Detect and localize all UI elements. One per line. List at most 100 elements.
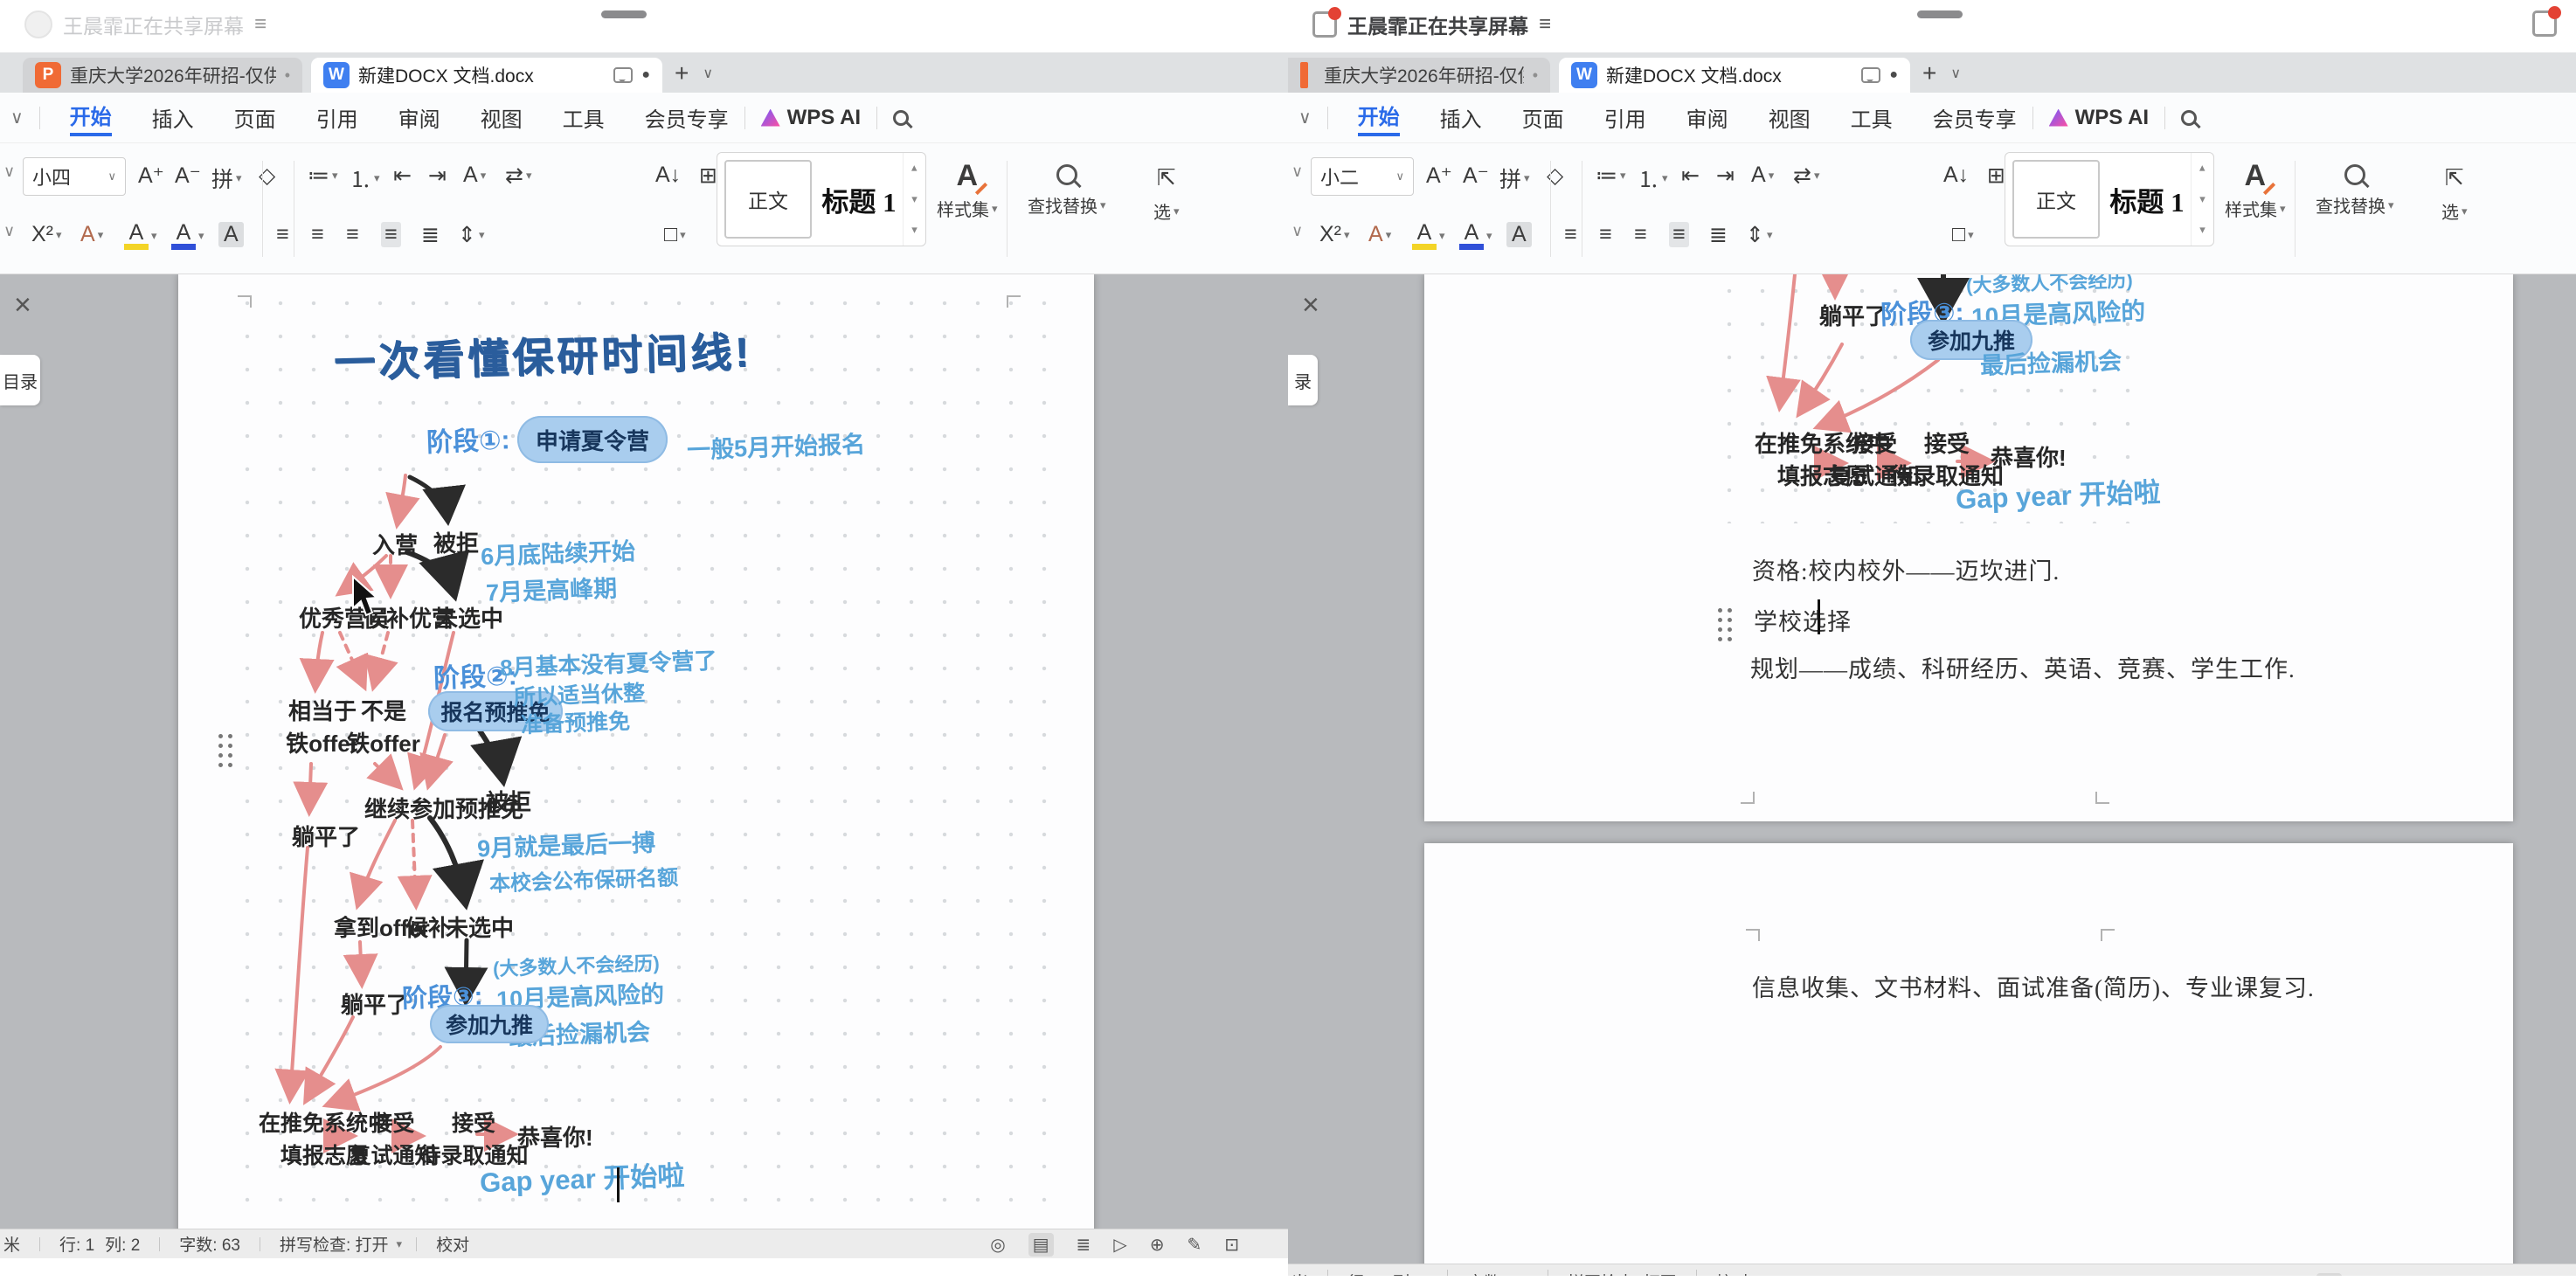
ribbon-collapse-icon[interactable]: ∨ [1298,107,1312,128]
banner-menu-icon[interactable]: ≡ [254,12,267,37]
style-set-button[interactable]: A 样式集▾ [2225,163,2286,221]
find-replace-button[interactable]: 查找替换▾ [1028,164,1106,218]
tab-list-button[interactable]: ∨ [1950,65,1961,82]
increase-indent-button[interactable]: ⇥ [1716,163,1735,189]
comment-icon[interactable] [613,67,633,83]
close-sidebar-button[interactable]: × [1302,288,1319,322]
menu-review[interactable]: 审阅 [398,102,440,133]
increase-indent-button[interactable]: ⇥ [428,163,447,189]
borders-button[interactable]: □▾ [1952,222,1974,247]
menu-member[interactable]: 会员专享 [1933,102,2017,133]
menu-reference[interactable]: 引用 [316,102,358,133]
outline-view-icon[interactable]: ≣ [2365,1274,2379,1277]
font-size-select[interactable]: 小二 ∨ [1311,157,1414,196]
status-proofread[interactable]: 校对 [436,1232,469,1256]
align-justify-button[interactable]: ≡ [381,222,401,247]
status-word-count[interactable]: 字数: 63 [179,1232,240,1256]
new-tab-button[interactable]: + [1922,59,1936,87]
borders-button[interactable]: □▾ [664,222,686,247]
pinyin-guide-button[interactable]: 拼▾ [1499,163,1530,194]
numbered-list-button[interactable]: ⒈▾ [1638,163,1668,194]
decrease-font-button[interactable]: A⁻ [1463,163,1489,189]
highlight-color-button[interactable]: A▾ [124,222,157,250]
bold-italic-collapsed[interactable]: ∨ [1291,222,1303,240]
style-body-text[interactable]: 正文 [2012,160,2100,239]
distribute-button[interactable]: ≣ [421,222,440,248]
superscript-button[interactable]: X²▾ [31,222,62,247]
line-spacing-button[interactable]: ⇕▾ [458,222,484,248]
style-heading-1[interactable]: 标题 1 [2103,153,2191,246]
minimize-button[interactable] [601,10,647,18]
eye-protect-icon[interactable]: ◎ [990,1234,1005,1256]
menu-reference[interactable]: 引用 [1604,102,1646,133]
line-spacing-button[interactable]: ⇕▾ [1746,222,1772,248]
show-marks-button[interactable]: ⊞ [1987,163,2005,189]
align-center-button[interactable]: ≡ [311,222,324,247]
clear-format-button[interactable]: ◇ [259,163,275,189]
web-view-icon[interactable]: ⊕ [1150,1234,1165,1256]
doc-line-planning[interactable]: 规划——成绩、科研经历、英语、竞赛、学生工作. [1750,650,2296,684]
menu-home[interactable]: 开始 [70,100,112,136]
tab-document-active[interactable]: W 新建DOCX 文档.docx ● [311,58,662,93]
select-button[interactable]: ⇱ 选▾ [2441,164,2468,224]
find-replace-button[interactable]: 查找替换▾ [2316,164,2394,218]
image-drag-handle[interactable] [218,734,232,767]
document-page-2[interactable]: 信息收集、文书材料、面试准备(简历)、专业课复习. [1424,843,2513,1276]
fit-page-icon[interactable]: ⊡ [1224,1234,1239,1256]
wps-ai-button[interactable]: WPS AI [761,106,861,130]
edit-mode-icon[interactable]: ✎ [2475,1274,2489,1277]
search-icon[interactable] [2181,110,2197,126]
sort-button[interactable]: A↓ [1943,163,1969,188]
text-direction-button[interactable]: ⇄▾ [1793,163,1819,189]
status-spellcheck[interactable]: 拼写检查: 打开 [280,1232,389,1256]
sort-button[interactable]: A↓ [655,163,681,188]
document-page[interactable]: 一次看懂保研时间线! 阶段①: 申请夏令营 一般5月开始报名 入营 被拒 6月底… [178,274,1094,1258]
wps-ai-button[interactable]: WPS AI [2049,106,2149,130]
menu-view[interactable]: 视图 [1769,102,1811,133]
tab-document-active[interactable]: W 新建DOCX 文档.docx ● [1559,58,1910,93]
fit-page-icon[interactable]: ⊡ [2512,1274,2527,1277]
style-body-text[interactable]: 正文 [724,160,812,239]
bold-italic-collapsed[interactable]: ∨ [3,222,15,240]
align-left-button[interactable]: ≡ [1564,222,1577,247]
toc-sidebar-tab[interactable]: 录 [1288,355,1318,405]
outline-view-icon[interactable]: ≣ [1077,1234,1091,1256]
char-shading-button[interactable]: A [218,222,244,247]
style-heading-1[interactable]: 标题 1 [815,153,903,246]
screen-share-icon[interactable] [2532,10,2557,37]
page-view-icon[interactable]: ▤ [1028,1233,1054,1257]
minimize-button[interactable] [1917,10,1963,18]
distribute-button[interactable]: ≣ [1709,222,1728,248]
show-marks-button[interactable]: ⊞ [699,163,717,189]
tab-presentation[interactable]: P 重庆大学2026年研招-仅供研招宣 • [23,58,302,93]
font-color-button[interactable]: A▾ [171,222,204,250]
decrease-indent-button[interactable]: ⇤ [1681,163,1700,189]
style-set-button[interactable]: A 样式集▾ [937,163,998,221]
align-left-button[interactable]: ≡ [276,222,289,247]
close-sidebar-button[interactable]: × [14,288,31,322]
text-effect-button[interactable]: A▾ [463,163,486,188]
new-tab-button[interactable]: + [675,59,689,87]
menu-tools[interactable]: 工具 [563,102,605,133]
tab-close-dot[interactable]: • [1533,66,1538,85]
font-name-collapsed[interactable]: ∨ [1291,163,1303,181]
page-view-icon[interactable]: ▤ [2316,1273,2342,1277]
menu-view[interactable]: 视图 [481,102,523,133]
char-border-button[interactable]: A▾ [1368,222,1391,247]
web-view-icon[interactable]: ⊕ [2438,1274,2453,1277]
increase-font-button[interactable]: A⁺ [1426,163,1452,189]
text-effect-button[interactable]: A▾ [1751,163,1774,188]
read-aloud-icon[interactable]: ▷ [1113,1234,1126,1256]
font-size-select[interactable]: 小四 ∨ [23,157,126,196]
align-justify-button[interactable]: ≡ [1669,222,1689,247]
menu-member[interactable]: 会员专享 [645,102,729,133]
tab-close-dot[interactable]: • [285,66,290,85]
edit-mode-icon[interactable]: ✎ [1187,1234,1201,1256]
superscript-button[interactable]: X²▾ [1319,222,1350,247]
menu-page[interactable]: 页面 [234,102,276,133]
font-color-button[interactable]: A▾ [1459,222,1492,250]
increase-font-button[interactable]: A⁺ [138,163,164,189]
text-direction-button[interactable]: ⇄▾ [505,163,531,189]
doc-line-info[interactable]: 信息收集、文书材料、面试准备(简历)、专业课复习. [1752,969,2315,1003]
paragraph-drag-handle[interactable] [1718,608,1732,641]
